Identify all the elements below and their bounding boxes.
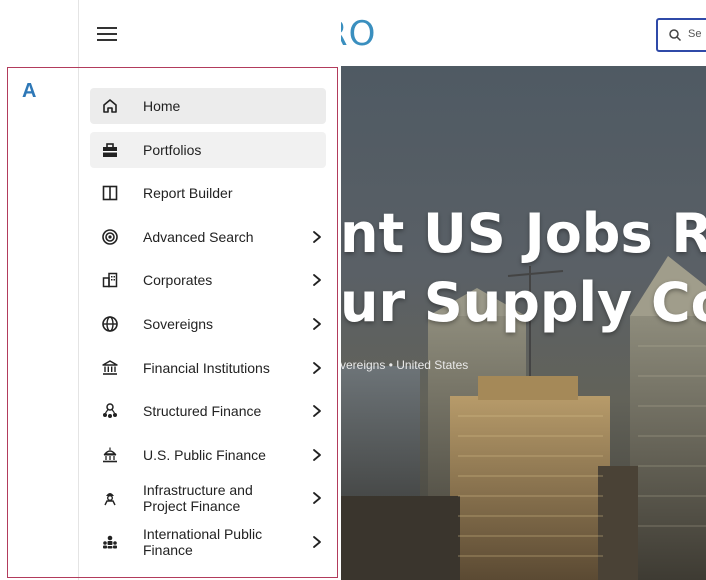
annotation-label: A [22, 80, 37, 102]
chevron-right-icon[interactable] [310, 534, 324, 550]
sidebar-item-structured-finance[interactable]: Structured Finance [90, 393, 326, 429]
sidebar-item-label: Report Builder [143, 185, 233, 202]
hero-headline-line-2[interactable]: ur Supply Co [340, 271, 706, 334]
sidebar-item-infrastructure[interactable]: Infrastructure and Project Finance [90, 480, 326, 516]
chevron-right-icon[interactable] [310, 316, 324, 332]
sidebar-item-label: Structured Finance [143, 403, 262, 420]
chevron-right-icon[interactable] [310, 360, 324, 376]
target-icon [101, 228, 119, 246]
hamburger-menu-icon[interactable] [97, 24, 117, 44]
sidebar-item-label: Home [143, 98, 181, 114]
sidebar-item-report-builder[interactable]: Report Builder [90, 175, 326, 211]
briefcase-icon [101, 141, 119, 159]
search-input[interactable]: Se [656, 18, 706, 52]
sidebar-item-intl-public-finance[interactable]: International Public Finance [90, 524, 326, 560]
building-icon [101, 271, 119, 289]
sidebar-item-us-public-finance[interactable]: U.S. Public Finance [90, 437, 326, 473]
nav-menu: Home Portfolios Report Builder Advanced Sea… [90, 88, 326, 568]
sidebar-item-label: Portfolios [143, 141, 202, 158]
chevron-right-icon[interactable] [310, 447, 324, 463]
sidebar-item-home[interactable]: Home [90, 88, 326, 124]
sidebar-item-financial-institutions[interactable]: Financial Institutions [90, 350, 326, 386]
worker-icon [101, 489, 119, 507]
sidebar-item-label: Advanced Search [143, 228, 254, 245]
chevron-right-icon[interactable] [310, 272, 324, 288]
network-icon [101, 402, 119, 420]
hero-headline-line-1[interactable]: nt US Jobs R [340, 202, 706, 265]
chevron-right-icon[interactable] [310, 403, 324, 419]
bank-icon [101, 359, 119, 377]
sidebar-item-advanced-search[interactable]: Advanced Search [90, 219, 326, 255]
sidebar-item-label: Corporates [143, 272, 213, 289]
hero-tags: vereigns • United States [340, 358, 469, 372]
columns-icon [101, 184, 119, 202]
sidebar-item-label: Sovereigns [143, 315, 214, 332]
sidebar-item-corporates[interactable]: Corporates [90, 262, 326, 298]
search-icon [669, 29, 682, 42]
sidebar-item-label: International Public Finance [143, 525, 263, 558]
home-icon [101, 97, 119, 115]
sidebar-item-label: Financial Institutions [143, 359, 270, 376]
search-placeholder: Se [688, 28, 702, 40]
sidebar-item-sovereigns[interactable]: Sovereigns [90, 306, 326, 342]
sidebar-item-portfolios[interactable]: Portfolios [90, 131, 326, 168]
capitol-icon [101, 446, 119, 464]
globe-icon [101, 315, 119, 333]
chevron-right-icon[interactable] [310, 490, 324, 506]
people-icon [101, 533, 119, 551]
sidebar-item-label: Infrastructure and Project Finance [143, 482, 253, 515]
sidebar-item-label: U.S. Public Finance [143, 446, 266, 463]
chevron-right-icon[interactable] [310, 229, 324, 245]
